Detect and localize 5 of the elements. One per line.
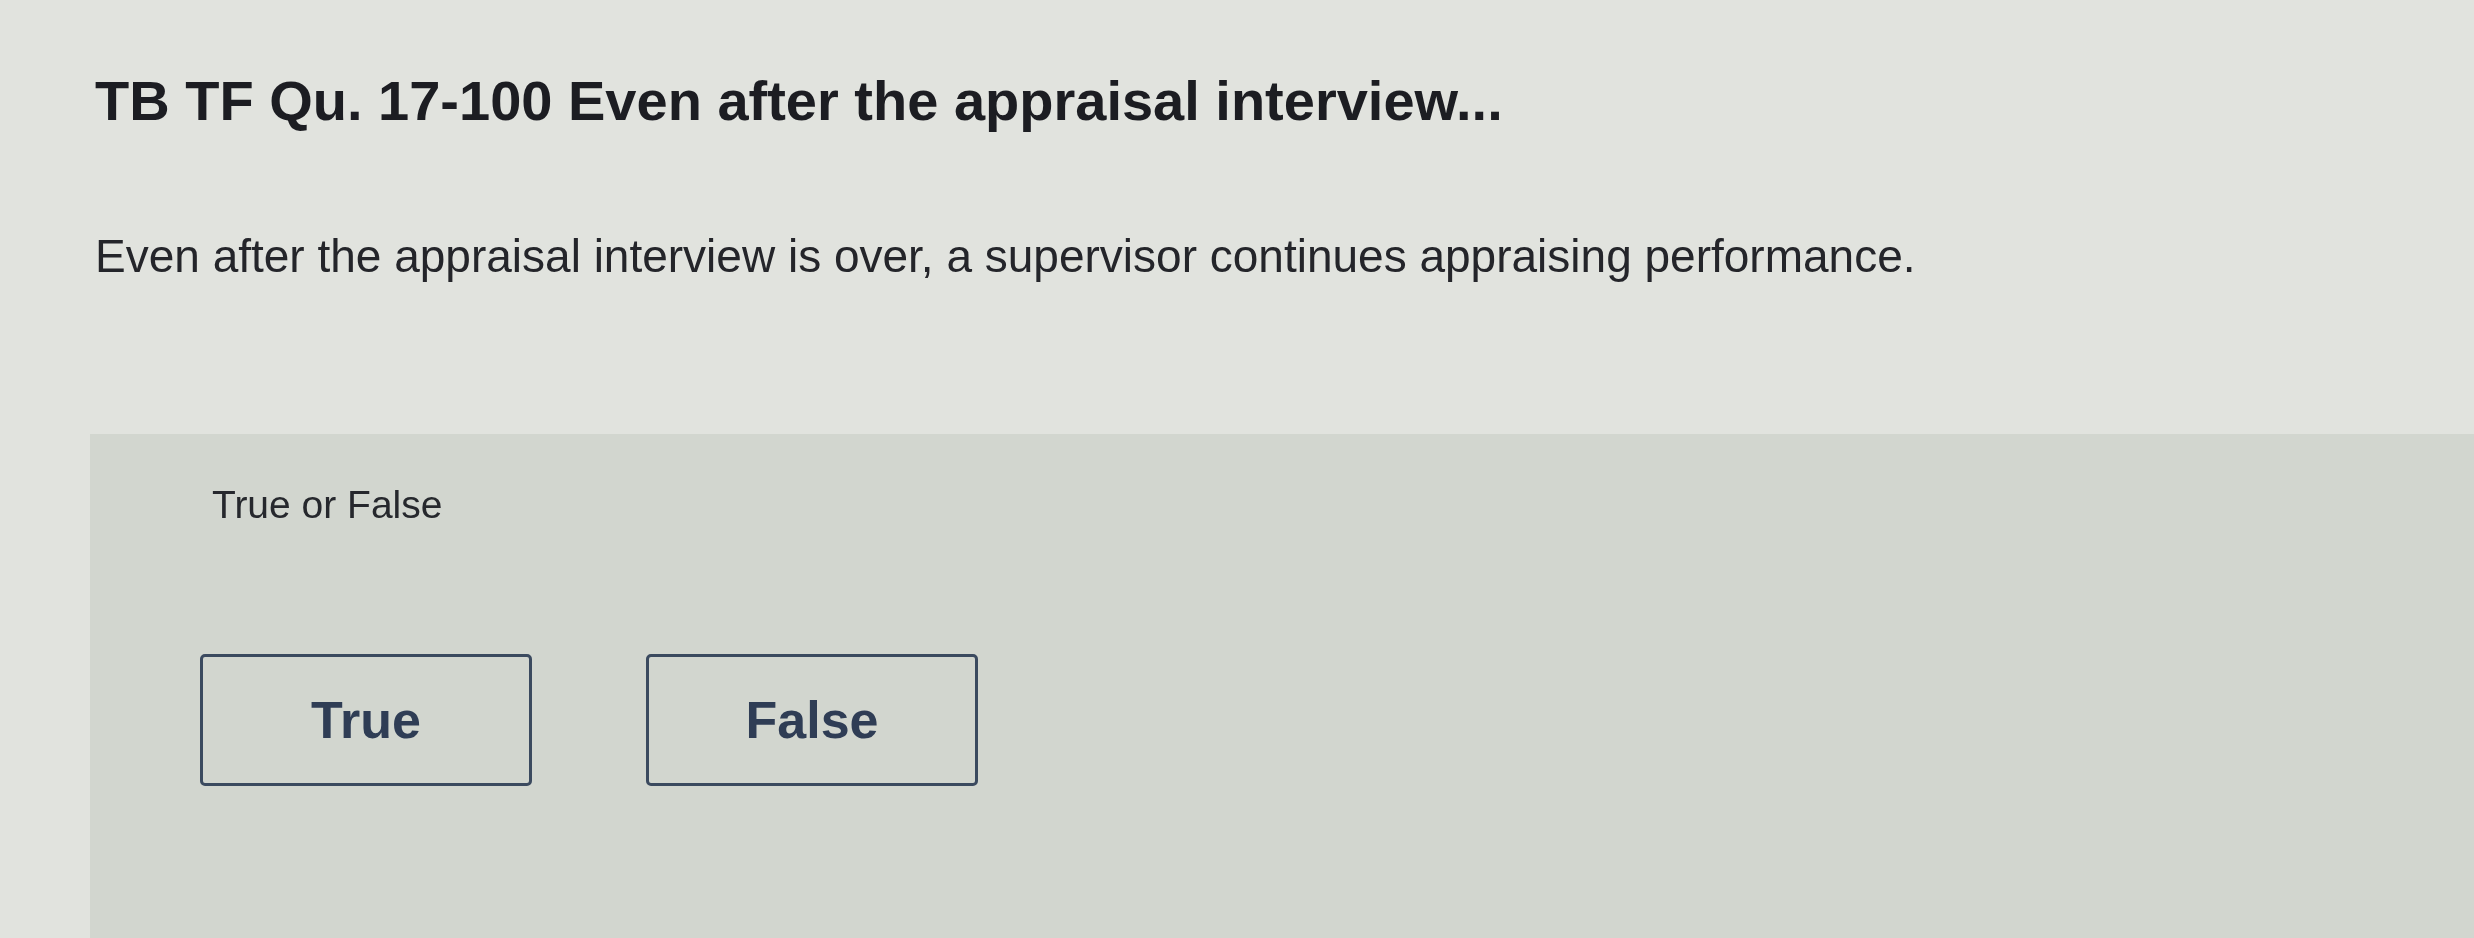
question-title: TB TF Qu. 17-100 Even after the appraisal interview...: [95, 68, 1503, 134]
answer-prompt: True or False: [212, 482, 443, 528]
answer-option-button[interactable]: False: [646, 654, 978, 786]
answer-option-button[interactable]: True: [200, 654, 532, 786]
question-text: Even after the appraisal interview is over, a supervisor continues appraising performance.: [95, 229, 1916, 284]
